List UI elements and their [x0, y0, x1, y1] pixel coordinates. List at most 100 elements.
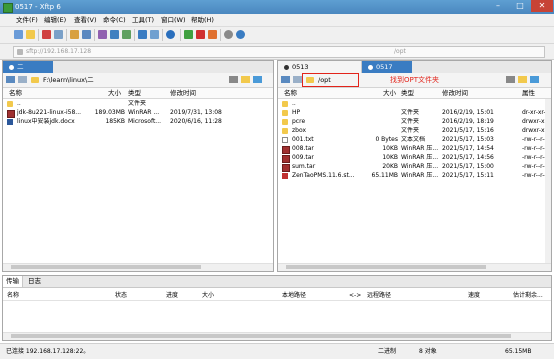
menu-command[interactable]: 命令(C): [101, 14, 128, 26]
file-modified: 2020/6/16, 11:28: [170, 118, 222, 125]
menu-tools[interactable]: 工具(T): [130, 14, 156, 26]
parent-folder-icon[interactable]: [518, 76, 527, 83]
remote-path-bar: /opt 找到OPT文件夹: [278, 73, 551, 88]
col-type[interactable]: 类型: [128, 88, 141, 98]
open-folder-icon[interactable]: [26, 30, 35, 39]
file-row[interactable]: 008.tar 10KB WinRAR 压... 2021/5/17, 14:5…: [278, 145, 551, 154]
file-attr: -rw-r--r--: [522, 154, 546, 161]
file-row[interactable]: linux中安装jdk.docx 185KB Microsoft... 2020…: [3, 118, 273, 126]
title-bar: 0517 - Xftp 6 – □ ✕: [0, 0, 554, 14]
file-modified: 2021/5/17, 14:54: [442, 145, 494, 152]
col-type[interactable]: 类型: [401, 88, 414, 98]
local-column-header: 名称 大小 类型 修改时间: [3, 88, 273, 99]
file-row[interactable]: .. 文件夹: [3, 100, 273, 108]
dropdown-icon[interactable]: [506, 76, 515, 83]
refresh-icon[interactable]: [530, 76, 539, 83]
tab-0513[interactable]: 0513 (Disconnected): [278, 61, 362, 83]
forward-icon[interactable]: [18, 76, 27, 83]
menu-help[interactable]: 帮助(H): [189, 14, 216, 26]
file-size: 10KB: [382, 154, 398, 161]
tab-transfer[interactable]: 传输: [3, 276, 23, 287]
col-modified[interactable]: 修改时间: [442, 88, 468, 98]
col-name[interactable]: 名称: [9, 88, 22, 98]
file-row[interactable]: sum.tar 20KB WinRAR 压... 2021/5/17, 15:0…: [278, 163, 551, 172]
col-size[interactable]: 大小: [108, 88, 121, 98]
col-local-path[interactable]: 本地路径: [282, 291, 306, 300]
minimize-icon: –: [496, 1, 500, 10]
menu-file[interactable]: 文件(F): [14, 14, 40, 26]
remote-horizontal-scrollbar[interactable]: [278, 263, 551, 271]
col-progress[interactable]: 进度: [166, 291, 178, 300]
file-row[interactable]: ..: [278, 100, 551, 108]
file-row[interactable]: jdk-8u221-linux-i58... 189.03MB WinRAR .…: [3, 109, 273, 118]
help-icon[interactable]: [236, 30, 245, 39]
host-address: sftp://192.168.17.128: [26, 48, 92, 55]
transfer-icon[interactable]: [82, 30, 91, 39]
queue-icon[interactable]: [138, 30, 147, 39]
col-attr[interactable]: 属性: [522, 88, 535, 98]
tab-log[interactable]: 日志: [25, 276, 44, 287]
col-modified[interactable]: 修改时间: [170, 88, 196, 98]
menu-window[interactable]: 窗口(W): [159, 14, 188, 26]
local-horizontal-scrollbar[interactable]: [3, 263, 273, 271]
up-folder-icon: [282, 101, 288, 107]
disconnect-icon[interactable]: [42, 30, 51, 39]
toolbar: [0, 27, 554, 44]
minimize-button[interactable]: –: [487, 0, 509, 12]
tab-0517[interactable]: 0517: [362, 61, 412, 73]
menu-view[interactable]: 查看(V): [72, 14, 99, 26]
col-speed[interactable]: 速度: [468, 291, 480, 300]
sync-icon[interactable]: [122, 30, 131, 39]
file-row[interactable]: pcre 文件夹 2016/2/19, 18:19 drwxr-xr-x: [278, 118, 551, 126]
maximize-icon: □: [516, 1, 524, 10]
file-row[interactable]: ZenTaoPMS.11.6.st... 65.11MB WinRAR 压...…: [278, 172, 551, 180]
file-attr: -rw-r--r--: [522, 136, 546, 143]
col-name[interactable]: 名称: [7, 291, 19, 300]
file-row[interactable]: 009.tar 10KB WinRAR 压... 2021/5/17, 14:5…: [278, 154, 551, 163]
file-name: zbox: [292, 127, 306, 134]
transfer-horizontal-scrollbar[interactable]: [3, 332, 551, 340]
tab-status-dot-icon: [9, 64, 14, 70]
back-icon[interactable]: [281, 76, 290, 83]
xshell-icon[interactable]: [184, 30, 193, 39]
refresh-icon[interactable]: [110, 30, 119, 39]
scrollbar-thumb[interactable]: [11, 265, 201, 269]
back-icon[interactable]: [6, 76, 15, 83]
col-size[interactable]: 大小: [383, 88, 396, 98]
file-type: 文件夹: [401, 127, 420, 134]
new-session-icon[interactable]: [14, 30, 23, 39]
file-name: jdk-8u221-linux-i58...: [17, 109, 82, 116]
scrollbar-thumb[interactable]: [11, 334, 511, 338]
col-name[interactable]: 名称: [284, 88, 297, 98]
maximize-button[interactable]: □: [509, 0, 531, 12]
col-eta[interactable]: 估计剩余...: [513, 291, 543, 300]
copy-icon[interactable]: [70, 30, 79, 39]
properties-icon[interactable]: [98, 30, 107, 39]
reconnect-icon[interactable]: [54, 30, 63, 39]
local-tab[interactable]: 二: [3, 61, 53, 73]
scrollbar-thumb[interactable]: [286, 265, 486, 269]
close-button[interactable]: ✕: [531, 0, 553, 12]
remote-vertical-scrollbar[interactable]: [545, 99, 551, 264]
new-folder-icon[interactable]: [150, 30, 159, 39]
file-row[interactable]: 001.txt 0 Bytes 文本文档 2021/5/17, 15:03 -r…: [278, 136, 551, 144]
address-input[interactable]: sftp://192.168.17.128 /opt: [13, 46, 545, 58]
settings-icon[interactable]: [208, 30, 217, 39]
globe-icon[interactable]: [166, 30, 175, 39]
parent-folder-icon[interactable]: [241, 76, 250, 83]
local-tab-label: 二: [17, 63, 24, 71]
col-remote-path[interactable]: 远程路径: [367, 291, 391, 300]
file-row[interactable]: HP 文件夹 2016/2/19, 15:01 dr-xr-xr-x: [278, 109, 551, 117]
file-row[interactable]: zbox 文件夹 2021/5/17, 15:16 drwxr-xr-x: [278, 127, 551, 135]
col-status[interactable]: 状态: [115, 291, 127, 300]
dropdown-icon[interactable]: [229, 76, 238, 83]
local-path[interactable]: F:\learn\linux\二: [43, 73, 94, 87]
col-direction[interactable]: <->: [349, 291, 361, 300]
refresh-icon[interactable]: [253, 76, 262, 83]
col-size[interactable]: 大小: [202, 291, 214, 300]
connection-status: 已连接 192.168.17.128:22。: [6, 348, 90, 355]
forward-icon[interactable]: [293, 76, 302, 83]
menu-edit[interactable]: 编辑(E): [42, 14, 68, 26]
options-icon[interactable]: [224, 30, 233, 39]
xmanager-icon[interactable]: [196, 30, 205, 39]
